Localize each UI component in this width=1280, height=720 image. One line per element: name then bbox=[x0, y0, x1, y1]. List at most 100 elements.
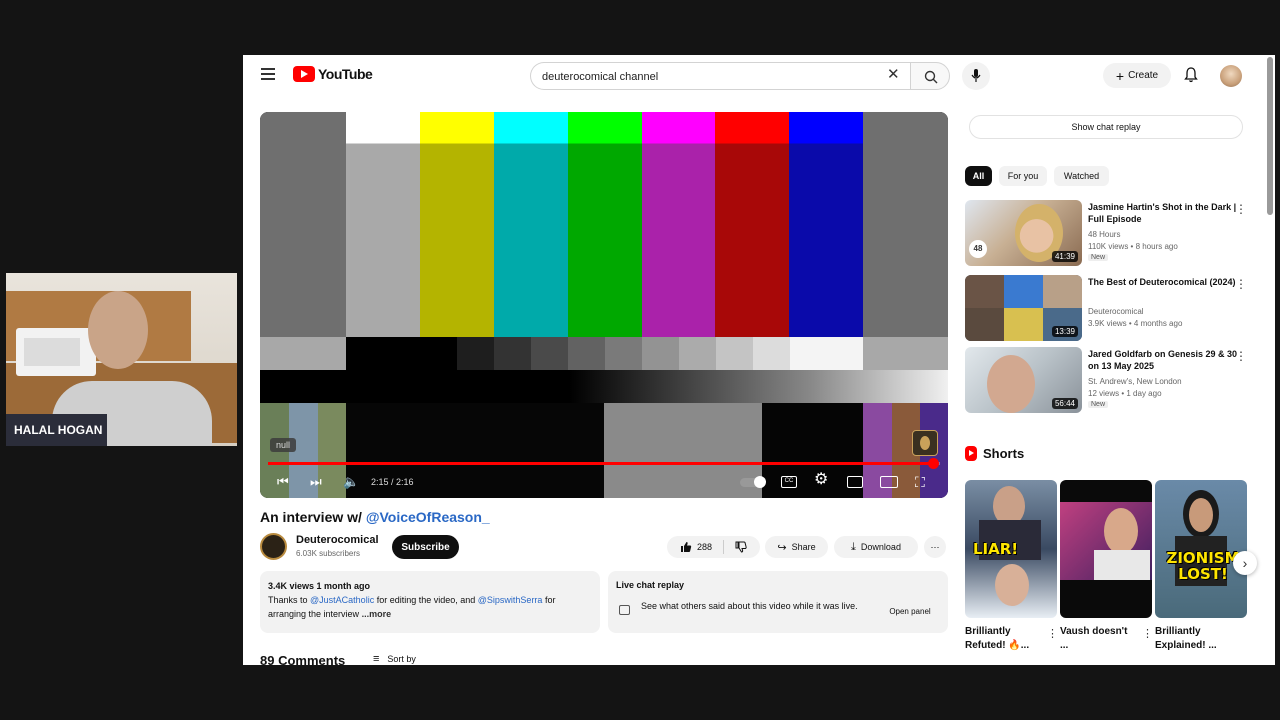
theater-mode-icon[interactable] bbox=[880, 476, 898, 488]
share-icon: ↪ bbox=[777, 541, 787, 554]
video-title[interactable]: Jared Goldfarb on Genesis 29 & 30 on 13 … bbox=[1088, 348, 1238, 372]
shorts-heading-text: Shorts bbox=[983, 446, 1025, 461]
time-display: 2:15 / 2:16 bbox=[371, 477, 414, 487]
short-thumbnail[interactable] bbox=[1060, 480, 1152, 618]
more-options-icon[interactable]: ⋮ bbox=[1235, 277, 1247, 291]
video-thumbnail[interactable]: 48 41:39 bbox=[965, 200, 1082, 266]
page-scrollbar[interactable] bbox=[1267, 57, 1273, 215]
video-title-text: An interview w/ bbox=[260, 509, 366, 525]
video-title[interactable]: The Best of Deuterocomical (2024) bbox=[1088, 276, 1238, 288]
video-title-mention-link[interactable]: @VoiceOfReason_ bbox=[366, 509, 490, 525]
hamburger-menu-icon[interactable] bbox=[261, 68, 275, 80]
search-button[interactable] bbox=[910, 62, 950, 90]
channel-name[interactable]: St. Andrew's, New London bbox=[1088, 376, 1182, 388]
search-box[interactable] bbox=[530, 62, 910, 90]
download-icon: ⤓ bbox=[851, 540, 856, 553]
next-video-icon[interactable]: ⏭ bbox=[310, 474, 322, 490]
channel-name[interactable]: Deuterocomical bbox=[1088, 306, 1144, 318]
sort-comments-button[interactable]: ≡ Sort by bbox=[373, 653, 416, 665]
show-more-link[interactable]: ...more bbox=[359, 609, 392, 619]
new-badge: New bbox=[1088, 401, 1109, 408]
subscribe-button[interactable]: Subscribe bbox=[392, 535, 459, 559]
more-options-icon[interactable]: ⋮ bbox=[1142, 627, 1153, 640]
search-input[interactable] bbox=[542, 68, 872, 86]
logo-text: YouTube bbox=[318, 66, 373, 82]
mention-link[interactable]: @SipswithSerra bbox=[478, 595, 543, 605]
shorts-next-chevron-icon[interactable]: › bbox=[1233, 551, 1257, 575]
microphone-icon bbox=[971, 69, 981, 82]
sort-icon: ≡ bbox=[373, 653, 380, 665]
video-player[interactable]: null ⏮ ⏭ 🔈 2:15 / 2:16 CC ⚙ ⛶ bbox=[260, 112, 948, 498]
account-avatar[interactable] bbox=[1220, 65, 1242, 87]
thumbs-down-icon[interactable] bbox=[735, 541, 747, 553]
video-duration: 56:44 bbox=[1051, 398, 1078, 409]
description-box[interactable]: 3.4K views 1 month ago Thanks to @JustAC… bbox=[260, 571, 600, 633]
voice-search-button[interactable] bbox=[962, 62, 990, 90]
channel-watermark-icon[interactable] bbox=[912, 430, 938, 456]
open-panel-button[interactable]: Open panel bbox=[880, 602, 940, 620]
subscriber-count: 6.03K subscribers bbox=[296, 549, 361, 558]
test-pattern-bars bbox=[260, 112, 948, 337]
download-label: Download bbox=[860, 542, 901, 552]
mention-link[interactable]: @JustACatholic bbox=[310, 595, 374, 605]
create-button[interactable]: + Create bbox=[1103, 63, 1171, 88]
create-label: Create bbox=[1128, 70, 1159, 81]
short-title[interactable]: Brilliantly Refuted! 🔥... bbox=[965, 625, 1043, 653]
video-thumbnail[interactable]: 56:44 bbox=[965, 347, 1082, 413]
more-options-icon[interactable]: ⋮ bbox=[1047, 627, 1058, 640]
chip-for-you[interactable]: For you bbox=[999, 166, 1047, 186]
recommendation-item[interactable]: 48 41:39 Jasmine Hartin's Shot in the Da… bbox=[965, 200, 1260, 266]
search-icon bbox=[924, 70, 938, 84]
short-title[interactable]: Brilliantly Explained! ... bbox=[1155, 625, 1233, 653]
channel-name[interactable]: Deuterocomical bbox=[296, 534, 379, 546]
share-label: Share bbox=[791, 542, 816, 552]
more-actions-button[interactable]: ⋯ bbox=[924, 536, 946, 558]
new-badge: New bbox=[1088, 254, 1109, 261]
screen: HALAL HOGAN YouTube ✕ + Create bbox=[0, 0, 1280, 720]
chip-watched[interactable]: Watched bbox=[1054, 166, 1109, 186]
masthead: YouTube ✕ + Create bbox=[243, 55, 1275, 97]
live-chat-replay-text: See what others said about this video wh… bbox=[641, 601, 858, 611]
comments-count: 89 Comments bbox=[260, 653, 346, 665]
sort-label: Sort by bbox=[387, 654, 416, 664]
share-button[interactable]: ↪ Share bbox=[765, 536, 828, 558]
youtube-page: YouTube ✕ + Create bbox=[243, 55, 1275, 665]
settings-gear-icon[interactable]: ⚙ bbox=[814, 472, 828, 488]
video-meta: 110K views • 8 hours ago bbox=[1088, 242, 1178, 251]
video-thumbnail[interactable]: 13:39 bbox=[965, 275, 1082, 341]
chapter-tooltip: null bbox=[270, 438, 297, 452]
short-thumbnail[interactable]: ZIONISM LOST! bbox=[1155, 480, 1247, 618]
view-stats: 3.4K views 1 month ago bbox=[268, 581, 371, 591]
recommendation-item[interactable]: 56:44 Jared Goldfarb on Genesis 29 & 30 … bbox=[965, 347, 1260, 413]
show-chat-replay-button[interactable]: Show chat replay bbox=[969, 115, 1243, 139]
video-title[interactable]: Jasmine Hartin's Shot in the Dark | Full… bbox=[1088, 201, 1238, 225]
channel-name[interactable]: 48 Hours bbox=[1088, 229, 1120, 241]
more-options-icon[interactable]: ⋮ bbox=[1235, 349, 1247, 363]
autoplay-toggle[interactable] bbox=[740, 476, 766, 488]
miniplayer-icon[interactable] bbox=[847, 476, 863, 488]
subtitles-icon[interactable]: CC bbox=[781, 476, 797, 488]
notifications-bell-icon[interactable] bbox=[1184, 67, 1198, 88]
progress-bar[interactable] bbox=[268, 458, 940, 469]
like-button[interactable]: 288 bbox=[680, 541, 712, 553]
live-chat-replay-title: Live chat replay bbox=[616, 580, 685, 590]
more-options-icon[interactable]: ⋮ bbox=[1235, 202, 1247, 216]
short-thumbnail[interactable]: LIAR! bbox=[965, 480, 1057, 618]
volume-icon[interactable]: 🔈 bbox=[343, 474, 359, 490]
youtube-logo[interactable]: YouTube bbox=[293, 66, 373, 82]
video-title: An interview w/ @VoiceOfReason_ bbox=[260, 509, 490, 525]
fullscreen-icon[interactable]: ⛶ bbox=[915, 474, 925, 490]
replay-icon[interactable]: ⏮ bbox=[277, 474, 289, 490]
like-count: 288 bbox=[696, 542, 713, 552]
chat-icon bbox=[619, 605, 630, 615]
clear-search-icon[interactable]: ✕ bbox=[887, 67, 900, 82]
recommendation-item[interactable]: 13:39 The Best of Deuterocomical (2024) … bbox=[965, 275, 1260, 341]
gradient-band bbox=[260, 370, 948, 403]
download-button[interactable]: ⤓ Download bbox=[834, 536, 918, 558]
chip-all[interactable]: All bbox=[965, 166, 992, 186]
short-title[interactable]: Vaush doesn't ... bbox=[1060, 625, 1138, 653]
player-controls: ⏮ ⏭ 🔈 2:15 / 2:16 CC ⚙ ⛶ bbox=[260, 470, 948, 494]
channel-avatar[interactable] bbox=[260, 533, 287, 560]
youtube-play-icon bbox=[293, 66, 315, 82]
shorts-heading: Shorts bbox=[965, 446, 1024, 461]
